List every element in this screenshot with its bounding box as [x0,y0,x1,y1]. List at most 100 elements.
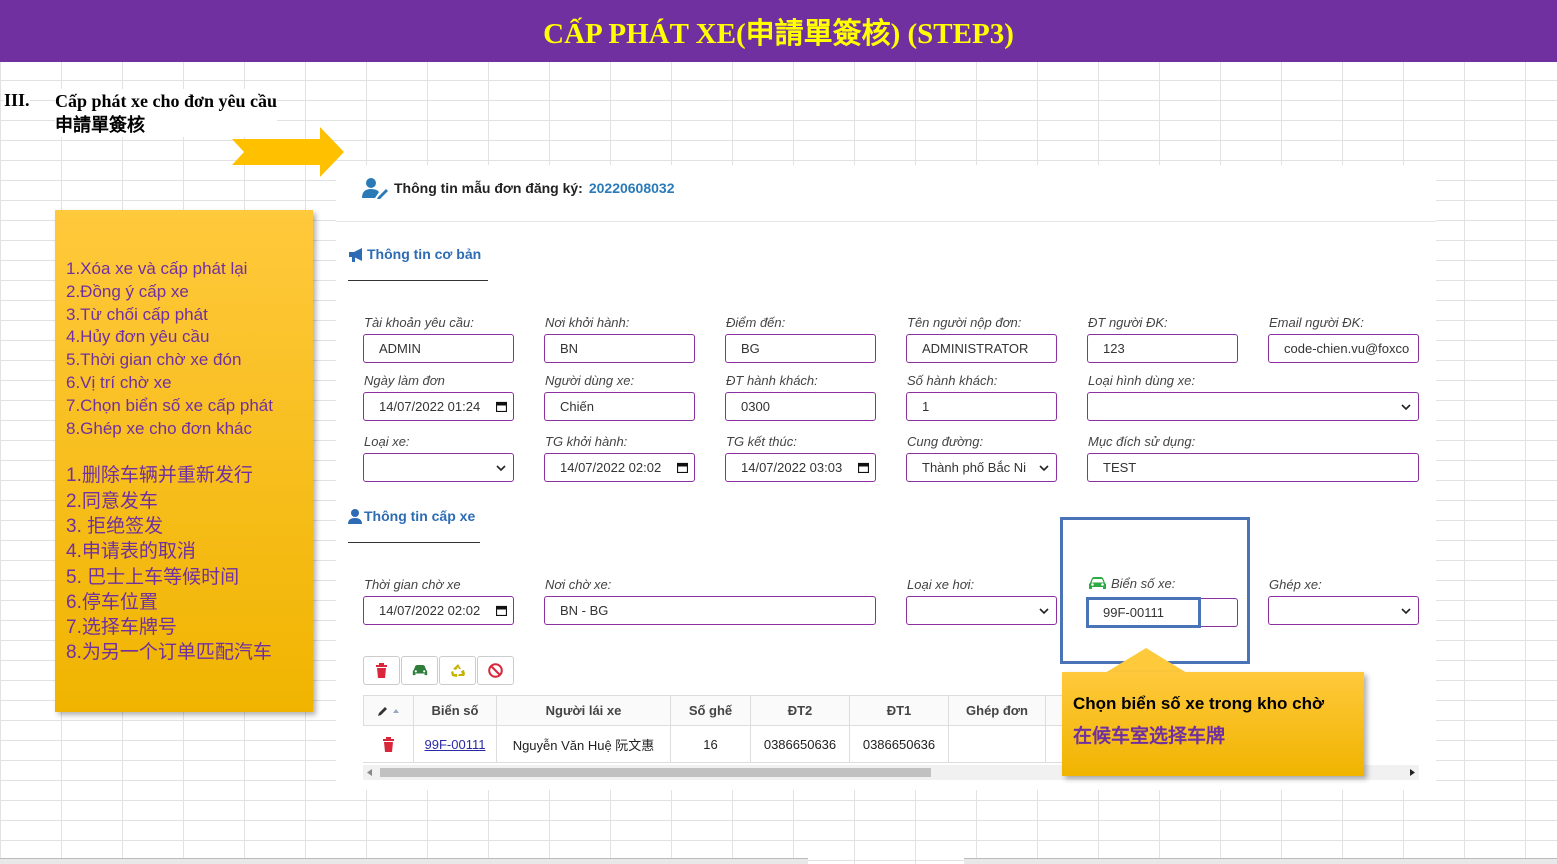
user-edit-icon [362,178,388,199]
banner: CẤP PHÁT XE(申請單簽核) (STEP3) [0,0,1557,62]
user-label: Người dùng xe: [545,373,635,388]
cancel-button[interactable] [477,656,514,685]
sedan-type-select[interactable] [906,596,1057,625]
end-time-input[interactable]: 14/07/2022 03:03 [725,453,876,482]
phone-label: ĐT người ĐK: [1088,315,1168,330]
section-title-vn: Cấp phát xe cho đơn yêu cầu [55,91,278,111]
start-time-input[interactable]: 14/07/2022 02:02 [544,453,695,482]
note-cn-7: 7.选择车牌号 [66,617,177,639]
sedan-type-label: Loại xe hơi: [907,577,975,592]
sheet-scrollbar-left[interactable] [0,858,808,864]
column-driver[interactable]: Người lái xe [497,695,671,726]
trash-icon [376,663,387,678]
megaphone-icon [349,247,362,262]
calendar-icon[interactable] [858,462,869,473]
wait-place-label: Nơi chờ xe: [545,577,612,592]
departure-label: Nơi khởi hành: [545,315,630,330]
passenger-phone-label: ĐT hành khách: [726,373,818,388]
note-vn-1: 1.Xóa xe và cấp phát lại [66,259,248,278]
divider [336,221,1436,222]
row-plate-cell: 99F-00111 [414,726,497,763]
car-type-label: Loại xe: [364,434,410,449]
user-icon [348,508,362,524]
plate-highlight [1086,597,1201,628]
scroll-left-icon[interactable] [367,769,373,776]
column-edit-sort[interactable] [363,695,414,726]
account-label: Tài khoản yêu cầu: [364,315,474,330]
route-value: Thành phố Bắc Ni [922,460,1027,475]
approve-car-button[interactable] [401,656,438,685]
user-input[interactable]: Chiến [544,392,695,421]
account-input[interactable]: ADMIN [363,334,514,363]
annotation-box [1060,517,1250,664]
end-time-label: TG kết thúc: [726,434,797,449]
row-phone1-cell: 0386650636 [850,726,949,763]
note-vn-3: 3.Từ chối cấp phát [66,304,208,324]
calendar-icon[interactable] [677,462,688,473]
form-code: 20220608032 [588,180,675,196]
column-phone1[interactable]: ĐT1 [850,695,949,726]
note-vn-4: 4.Hủy đơn yêu cầu [66,327,210,347]
car-type-select[interactable] [363,453,514,482]
destination-input[interactable]: BG [725,334,876,363]
purpose-input[interactable]: TEST [1087,453,1419,482]
notes-spacer [66,440,303,463]
scroll-right-icon[interactable] [1409,769,1415,776]
alloc-info-label: Thông tin cấp xe [364,508,476,524]
row-driver-cell: Nguyễn Văn Huệ 阮文惠 [497,726,671,763]
note-cn-8: 8.为另一个订单匹配汽车 [66,642,272,664]
wait-place-input[interactable]: BN - BG [544,596,876,625]
calendar-icon[interactable] [496,605,507,616]
note-vn-6: 6.Vị trí chờ xe [66,372,172,392]
note-cn-4: 4.申请表的取消 [66,541,196,563]
trash-icon[interactable] [382,736,395,752]
note-vn-8: 8.Ghép xe cho đơn khác [66,418,252,438]
passenger-phone-input[interactable]: 0300 [725,392,876,421]
column-merge[interactable]: Ghép đơn [949,695,1046,726]
callout-text-cn: 在候车室选择车牌 [1073,726,1226,747]
row-merge-cell [949,726,1046,763]
column-plate[interactable]: Biển số [414,695,497,726]
recycle-icon [450,664,465,677]
chevron-down-icon [1039,465,1049,472]
wait-time-input[interactable]: 14/07/2022 02:02 [363,596,514,625]
created-date-label: Ngày làm đơn [364,373,445,388]
submitter-label: Tên người nộp đơn: [907,315,1022,330]
note-cn-1: 1.删除车辆并重新发行 [66,465,253,487]
wait-time-label: Thời gian chờ xe [364,577,461,592]
usage-type-select[interactable] [1087,392,1419,421]
route-select[interactable]: Thành phố Bắc Ni [906,453,1057,482]
sheet-scrollbar-right[interactable] [964,858,1557,864]
recycle-button[interactable] [439,656,476,685]
end-time-value: 14/07/2022 03:03 [741,460,843,475]
notes-panel: 1.Xóa xe và cấp phát lại 2.Đồng ý cấp xe… [55,210,313,712]
plate-link[interactable]: 99F-00111 [425,737,486,752]
created-date-input[interactable]: 14/07/2022 01:24 [363,392,514,421]
scroll-thumb[interactable] [380,768,931,777]
purpose-label: Mục đích sử dụng: [1088,434,1196,449]
merge-select[interactable] [1268,596,1419,625]
merge-label: Ghép xe: [1269,577,1322,592]
ban-icon [488,663,503,678]
start-time-label: TG khởi hành: [545,434,628,449]
pencil-icon [378,706,387,716]
created-date-value: 14/07/2022 01:24 [379,399,481,414]
section-number: III. [4,90,30,111]
start-time-value: 14/07/2022 02:02 [560,460,662,475]
calendar-icon[interactable] [496,401,507,412]
note-cn-5: 5. 巴士上车等候时间 [66,566,240,588]
submitter-input[interactable]: ADMINISTRATOR [906,334,1057,363]
delete-button[interactable] [363,656,400,685]
chevron-down-icon [1039,608,1049,615]
destination-label: Điểm đến: [726,315,786,330]
row-phone2-cell: 0386650636 [751,726,850,763]
email-input[interactable]: code-chien.vu@foxco [1268,334,1419,363]
row-seats-cell: 16 [671,726,751,763]
wait-time-value: 14/07/2022 02:02 [379,603,481,618]
phone-input[interactable]: 123 [1087,334,1238,363]
column-seats[interactable]: Số ghế [671,695,751,726]
departure-input[interactable]: BN [544,334,695,363]
passenger-count-input[interactable]: 1 [906,392,1057,421]
form-header: Thông tin mẫu đơn đăng ký: 20220608032 [362,177,675,199]
column-phone2[interactable]: ĐT2 [751,695,850,726]
